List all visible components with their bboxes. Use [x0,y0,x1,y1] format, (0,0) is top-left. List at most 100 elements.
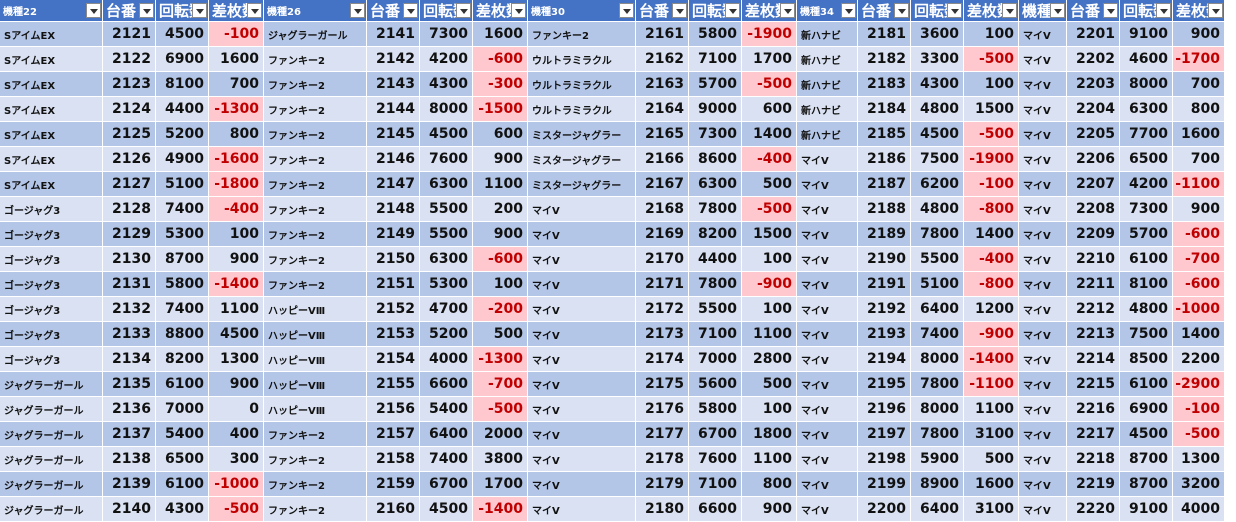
cell-unit-no[interactable]: 2156 [367,397,420,422]
cell-unit-no[interactable]: 2203 [1067,72,1120,97]
cell-machine[interactable]: マイV [528,447,636,472]
filter-dropdown-icon[interactable] [1103,3,1118,18]
column-header-unit-no-3[interactable]: 台番 [636,0,689,22]
cell-diff[interactable]: -800 [964,272,1019,297]
cell-spins[interactable]: 5100 [911,272,964,297]
cell-unit-no[interactable]: 2147 [367,172,420,197]
cell-diff[interactable]: 800 [742,472,797,497]
cell-diff[interactable]: 2800 [742,347,797,372]
cell-unit-no[interactable]: 2143 [367,72,420,97]
cell-machine[interactable]: ジャグラーガール [0,447,103,472]
cell-diff[interactable]: 1400 [1173,322,1225,347]
cell-diff[interactable]: -1700 [1173,47,1225,72]
cell-diff[interactable]: -1400 [964,347,1019,372]
cell-spins[interactable]: 5500 [911,247,964,272]
cell-diff[interactable]: 900 [1173,197,1225,222]
cell-machine[interactable]: マイV [797,372,858,397]
filter-dropdown-icon[interactable] [403,3,418,18]
cell-diff[interactable]: 4500 [209,322,264,347]
cell-diff[interactable]: 1300 [1173,447,1225,472]
cell-diff[interactable]: 1300 [209,347,264,372]
cell-diff[interactable]: 700 [209,72,264,97]
cell-spins[interactable]: 5800 [689,397,742,422]
cell-machine[interactable]: マイV [1019,47,1067,72]
cell-unit-no[interactable]: 2196 [858,397,911,422]
cell-diff[interactable]: 1500 [742,222,797,247]
cell-diff[interactable]: 100 [964,72,1019,97]
cell-unit-no[interactable]: 2214 [1067,347,1120,372]
cell-unit-no[interactable]: 2149 [367,222,420,247]
cell-spins[interactable]: 5400 [156,422,209,447]
cell-diff[interactable]: -1100 [1173,172,1225,197]
cell-spins[interactable]: 7800 [689,197,742,222]
cell-spins[interactable]: 7400 [156,197,209,222]
cell-spins[interactable]: 5200 [156,122,209,147]
cell-machine[interactable]: 新ハナビ [797,122,858,147]
cell-diff[interactable]: -500 [1173,422,1225,447]
cell-machine[interactable]: マイV [1019,397,1067,422]
cell-unit-no[interactable]: 2134 [103,347,156,372]
filter-dropdown-icon[interactable] [86,3,101,18]
cell-machine[interactable]: ファンキー2 [264,447,367,472]
cell-diff[interactable]: 500 [742,172,797,197]
cell-machine[interactable]: マイV [1019,97,1067,122]
cell-unit-no[interactable]: 2212 [1067,297,1120,322]
cell-unit-no[interactable]: 2180 [636,497,689,522]
cell-diff[interactable]: 1100 [209,297,264,322]
cell-diff[interactable]: 1100 [742,447,797,472]
cell-diff[interactable]: 600 [473,122,528,147]
cell-unit-no[interactable]: 2188 [858,197,911,222]
cell-machine[interactable]: ゴージャグ3 [0,322,103,347]
cell-machine[interactable]: 新ハナビ [797,72,858,97]
cell-machine[interactable]: マイV [797,197,858,222]
cell-spins[interactable]: 5800 [689,22,742,47]
cell-diff[interactable]: -900 [742,272,797,297]
cell-machine[interactable]: マイV [1019,72,1067,97]
cell-spins[interactable]: 6400 [420,422,473,447]
cell-spins[interactable]: 6100 [1120,372,1173,397]
cell-machine[interactable]: マイV [528,397,636,422]
cell-machine[interactable]: マイV [1019,322,1067,347]
cell-unit-no[interactable]: 2167 [636,172,689,197]
cell-unit-no[interactable]: 2163 [636,72,689,97]
cell-machine[interactable]: マイV [1019,197,1067,222]
cell-spins[interactable]: 8000 [911,397,964,422]
cell-machine[interactable]: 新ハナビ [797,97,858,122]
cell-spins[interactable]: 5600 [689,372,742,397]
cell-unit-no[interactable]: 2217 [1067,422,1120,447]
filter-dropdown-icon[interactable] [780,3,795,18]
cell-unit-no[interactable]: 2124 [103,97,156,122]
cell-diff[interactable]: -1900 [742,22,797,47]
cell-unit-no[interactable]: 2183 [858,72,911,97]
cell-unit-no[interactable]: 2161 [636,22,689,47]
cell-machine[interactable]: マイV [1019,172,1067,197]
cell-unit-no[interactable]: 2174 [636,347,689,372]
cell-unit-no[interactable]: 2213 [1067,322,1120,347]
cell-spins[interactable]: 4400 [689,247,742,272]
cell-diff[interactable]: -600 [1173,222,1225,247]
cell-machine[interactable]: ジャグラーガール [0,422,103,447]
cell-spins[interactable]: 5100 [156,172,209,197]
cell-diff[interactable]: -1100 [964,372,1019,397]
cell-spins[interactable]: 5200 [420,322,473,347]
cell-diff[interactable]: 900 [473,222,528,247]
cell-unit-no[interactable]: 2136 [103,397,156,422]
cell-machine[interactable]: SアイムEX [0,22,103,47]
cell-machine[interactable]: マイV [797,422,858,447]
cell-spins[interactable]: 7400 [911,322,964,347]
cell-unit-no[interactable]: 2146 [367,147,420,172]
cell-spins[interactable]: 4500 [420,497,473,522]
cell-diff[interactable]: -600 [473,47,528,72]
cell-machine[interactable]: マイV [1019,297,1067,322]
cell-machine[interactable]: マイV [797,347,858,372]
cell-machine[interactable]: ファンキー2 [264,272,367,297]
filter-dropdown-icon[interactable] [192,3,207,18]
cell-diff[interactable]: -1400 [473,497,528,522]
cell-diff[interactable]: 500 [742,372,797,397]
cell-diff[interactable]: 3100 [964,497,1019,522]
filter-dropdown-icon[interactable] [350,3,365,18]
cell-unit-no[interactable]: 2207 [1067,172,1120,197]
cell-diff[interactable]: 1600 [1173,122,1225,147]
cell-diff[interactable]: -1000 [209,472,264,497]
column-header-spins-5[interactable]: 回転数 [1120,0,1173,22]
